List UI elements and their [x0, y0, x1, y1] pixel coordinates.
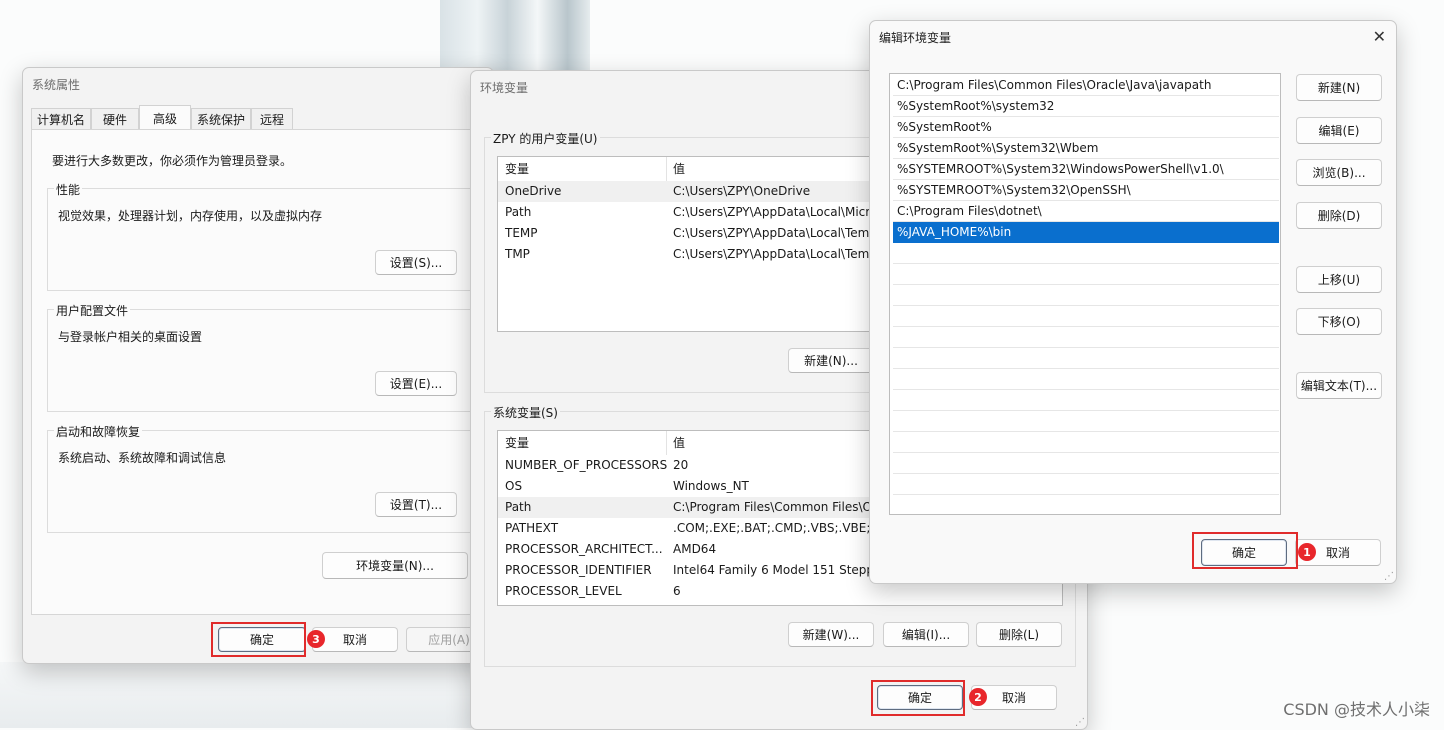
advanced-tab-panel: 要进行大多数更改，你必须作为管理员登录。 性能 视觉效果，处理器计划，内存使用，…	[31, 129, 491, 615]
empty-row[interactable]	[893, 411, 1279, 432]
empty-row[interactable]	[893, 243, 1279, 264]
resize-grip-icon[interactable]: ⋰	[1075, 717, 1085, 728]
user-profile-group: 用户配置文件 与登录帐户相关的桌面设置 设置(E)...	[47, 302, 471, 412]
environment-variables-button[interactable]: 环境变量(N)...	[322, 552, 468, 579]
var-name: NUMBER_OF_PROCESSORS	[505, 458, 668, 472]
window-title: 环境变量	[480, 81, 529, 95]
startup-settings-button[interactable]: 设置(T)...	[375, 492, 457, 517]
new-button[interactable]: 新建(N)	[1296, 74, 1382, 101]
tab-computer-name[interactable]: 计算机名	[31, 108, 91, 129]
edit-environment-variable-window: 编辑环境变量 ✕ C:\Program Files\Common Files\O…	[869, 20, 1397, 584]
window-title: 系统属性	[32, 78, 81, 92]
tab-system-protection[interactable]: 系统保护	[191, 108, 251, 129]
system-new-button[interactable]: 新建(W)...	[788, 622, 874, 647]
step-badge-1: 1	[1298, 543, 1316, 561]
var-name: OS	[505, 479, 523, 493]
system-edit-button[interactable]: 编辑(I)...	[883, 622, 969, 647]
empty-row[interactable]	[893, 306, 1279, 327]
resize-grip-icon[interactable]: ⋰	[1384, 571, 1394, 582]
var-value: AMD64	[673, 542, 717, 556]
performance-settings-button[interactable]: 设置(S)...	[375, 250, 457, 275]
highlight-ok-2	[871, 680, 965, 716]
move-up-button[interactable]: 上移(U)	[1296, 266, 1382, 293]
empty-row[interactable]	[893, 369, 1279, 390]
var-name: PROCESSOR_IDENTIFIER	[505, 563, 652, 577]
user-profile-settings-button[interactable]: 设置(E)...	[375, 371, 457, 396]
var-value: 20	[673, 458, 689, 472]
empty-row[interactable]	[893, 432, 1279, 453]
list-item[interactable]: %SystemRoot%\System32\Wbem	[893, 138, 1279, 159]
admin-note: 要进行大多数更改，你必须作为管理员登录。	[52, 154, 293, 168]
user-profile-desc: 与登录帐户相关的桌面设置	[58, 330, 203, 344]
var-value: Intel64 Family 6 Model 151 Steppi	[673, 563, 878, 577]
var-name: Path	[505, 500, 532, 514]
var-value: C:\Users\ZPY\AppData\Local\Temp	[673, 226, 877, 240]
user-new-button[interactable]: 新建(N)...	[788, 348, 874, 373]
list-item[interactable]: %SYSTEMROOT%\System32\OpenSSH\	[893, 180, 1279, 201]
var-value: C:\Users\ZPY\AppData\Local\Temp	[673, 247, 877, 261]
move-down-button[interactable]: 下移(O)	[1296, 308, 1382, 335]
tab-hardware[interactable]: 硬件	[91, 108, 139, 129]
empty-row[interactable]	[893, 285, 1279, 306]
system-delete-button[interactable]: 删除(L)	[976, 622, 1062, 647]
var-name: PATHEXT	[505, 521, 559, 535]
tab-remote[interactable]: 远程	[251, 108, 293, 129]
var-name: TMP	[505, 247, 530, 261]
var-value: Windows_NT	[673, 479, 749, 493]
empty-row[interactable]	[893, 453, 1279, 474]
system-properties-window: 系统属性 计算机名 硬件 高级 系统保护 远程 要进行大多数更改，你必须作为管理…	[22, 67, 494, 664]
empty-row[interactable]	[893, 390, 1279, 411]
list-item[interactable]: %SYSTEMROOT%\System32\WindowsPowerShell\…	[893, 159, 1279, 180]
startup-recovery-desc: 系统启动、系统故障和调试信息	[58, 451, 227, 465]
var-name: OneDrive	[505, 184, 562, 198]
user-variables-label: ZPY 的用户变量(U)	[491, 130, 600, 147]
close-icon[interactable]: ✕	[1373, 27, 1386, 46]
var-value: C:\Users\ZPY\AppData\Local\Micr	[673, 205, 871, 219]
edit-button[interactable]: 编辑(E)	[1296, 117, 1382, 144]
window-title: 编辑环境变量	[879, 31, 952, 45]
system-variables-label: 系统变量(S)	[491, 404, 560, 421]
empty-row[interactable]	[893, 327, 1279, 348]
path-entries-list[interactable]: C:\Program Files\Common Files\Oracle\Jav…	[889, 73, 1281, 515]
list-item-selected[interactable]: %JAVA_HOME%\bin	[893, 222, 1279, 243]
edit-text-button[interactable]: 编辑文本(T)...	[1296, 372, 1382, 399]
delete-button[interactable]: 删除(D)	[1296, 202, 1382, 229]
empty-row[interactable]	[893, 348, 1279, 369]
user-profile-label: 用户配置文件	[54, 302, 131, 319]
highlight-ok-3	[211, 622, 306, 657]
table-row[interactable]: PROCESSOR_LEVEL 6	[498, 581, 1062, 602]
var-name: PROCESSOR_LEVEL	[505, 584, 622, 598]
column-variable[interactable]: 变量	[505, 431, 529, 455]
var-name: TEMP	[505, 226, 538, 240]
var-value: .COM;.EXE;.BAT;.CMD;.VBS;.VBE;.JS	[673, 521, 886, 535]
var-name: PROCESSOR_ARCHITECT...	[505, 542, 663, 556]
highlight-ok-1	[1192, 532, 1298, 569]
startup-recovery-group: 启动和故障恢复 系统启动、系统故障和调试信息 设置(T)...	[47, 423, 471, 533]
column-variable[interactable]: 变量	[505, 157, 529, 181]
var-value: C:\Program Files\Common Files\O	[673, 500, 872, 514]
step-badge-3: 3	[307, 630, 325, 648]
startup-recovery-label: 启动和故障恢复	[54, 423, 143, 440]
desktop-background	[440, 0, 590, 75]
tab-advanced[interactable]: 高级	[139, 105, 191, 130]
var-value: 6	[673, 584, 681, 598]
list-item[interactable]: %SystemRoot%\system32	[893, 96, 1279, 117]
column-value[interactable]: 值	[673, 157, 685, 181]
empty-row[interactable]	[893, 474, 1279, 495]
performance-group: 性能 视觉效果，处理器计划，内存使用，以及虚拟内存 设置(S)...	[47, 181, 471, 291]
browse-button[interactable]: 浏览(B)...	[1296, 159, 1382, 186]
var-value: C:\Users\ZPY\OneDrive	[673, 184, 811, 198]
list-item[interactable]: C:\Program Files\dotnet\	[893, 201, 1279, 222]
var-name: Path	[505, 205, 532, 219]
list-item[interactable]: C:\Program Files\Common Files\Oracle\Jav…	[893, 75, 1279, 96]
column-value[interactable]: 值	[673, 431, 685, 455]
empty-row[interactable]	[893, 264, 1279, 285]
desktop-background-lower	[0, 662, 480, 728]
step-badge-2: 2	[969, 688, 987, 706]
watermark: CSDN @技术人小柒	[1283, 700, 1430, 719]
performance-desc: 视觉效果，处理器计划，内存使用，以及虚拟内存	[58, 209, 323, 223]
performance-label: 性能	[54, 181, 83, 198]
list-item[interactable]: %SystemRoot%	[893, 117, 1279, 138]
